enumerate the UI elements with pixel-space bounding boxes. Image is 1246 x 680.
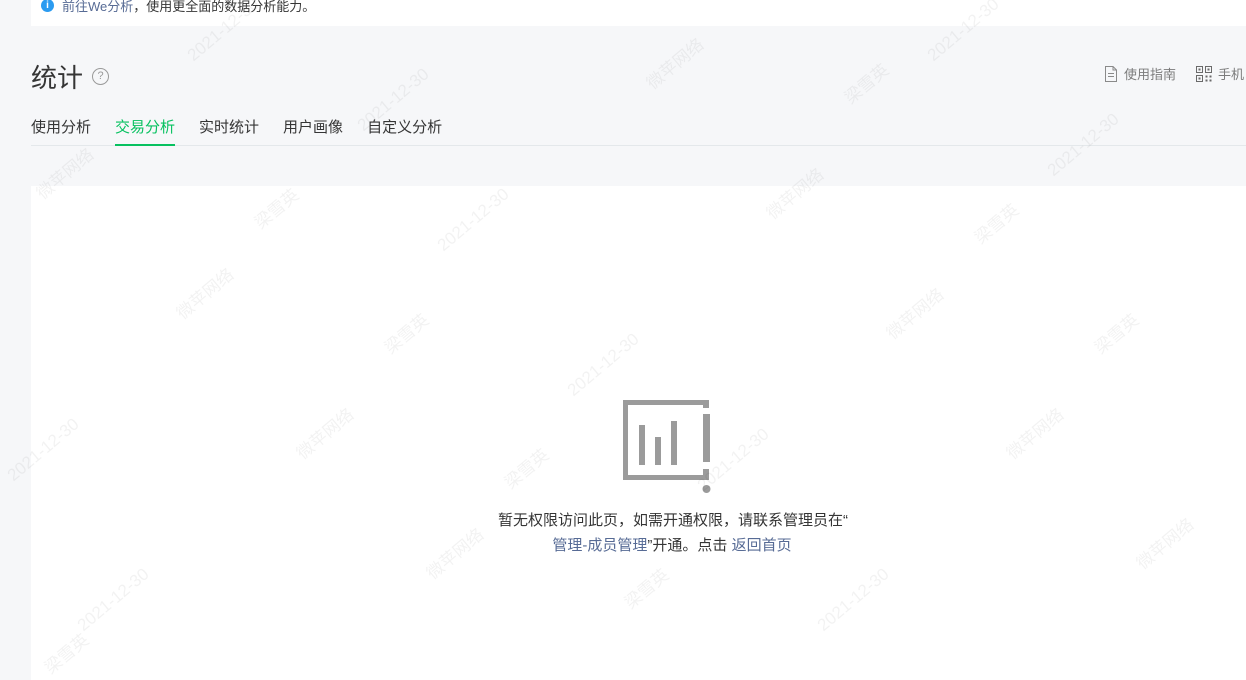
document-icon [1105, 65, 1117, 82]
message-line-2: 管理-成员管理”开通。点击 返回首页 [483, 533, 863, 558]
question-circle-icon[interactable]: ? [92, 68, 110, 85]
no-permission-message: 暂无权限访问此页，如需开通权限，请联系管理员在“ 管理-成员管理”开通。点击 返… [483, 508, 863, 558]
tab-custom-analysis[interactable]: 自定义分析 [367, 118, 442, 145]
tab-realtime-stats[interactable]: 实时统计 [199, 118, 259, 145]
guide-label: 使用指南 [1124, 67, 1177, 82]
message-line-1: 暂无权限访问此页，如需开通权限，请联系管理员在“ [498, 512, 848, 529]
qr-code-icon [1196, 65, 1213, 82]
no-permission-chart-icon [623, 400, 711, 493]
page: i 前往We分析 ，使用更全面的数据分析能力。 统计 ? 使用指南 手机 使用分… [0, 0, 1246, 680]
notice-text: ，使用更全面的数据分析能力。 [133, 0, 316, 14]
tab-bar: 使用分析 交易分析 实时统计 用户画像 自定义分析 [31, 118, 1246, 146]
tab-user-portrait[interactable]: 用户画像 [283, 118, 343, 145]
we-analysis-link[interactable]: 前往We分析 [62, 0, 133, 14]
member-management-link[interactable]: 管理-成员管理 [552, 537, 647, 554]
message-tail: ”开通。点击 [647, 537, 732, 554]
notice-bar: i 前往We分析 ，使用更全面的数据分析能力。 [31, 0, 1246, 26]
watermark-text: 梁雪英 [841, 60, 893, 108]
guide-link[interactable]: 使用指南 [1104, 64, 1176, 83]
mobile-label: 手机 [1218, 67, 1245, 82]
title-row: 统计 ? [31, 58, 110, 95]
tab-usage-analysis[interactable]: 使用分析 [31, 118, 91, 145]
tab-transaction-analysis[interactable]: 交易分析 [115, 118, 176, 146]
page-title: 统计 [31, 63, 84, 93]
info-icon: i [41, 0, 54, 12]
mobile-link[interactable]: 手机 [1196, 64, 1244, 83]
header-tools: 使用指南 手机 [1104, 64, 1244, 83]
back-home-link[interactable]: 返回首页 [732, 537, 792, 554]
watermark-text: 微苹网络 [643, 34, 708, 94]
